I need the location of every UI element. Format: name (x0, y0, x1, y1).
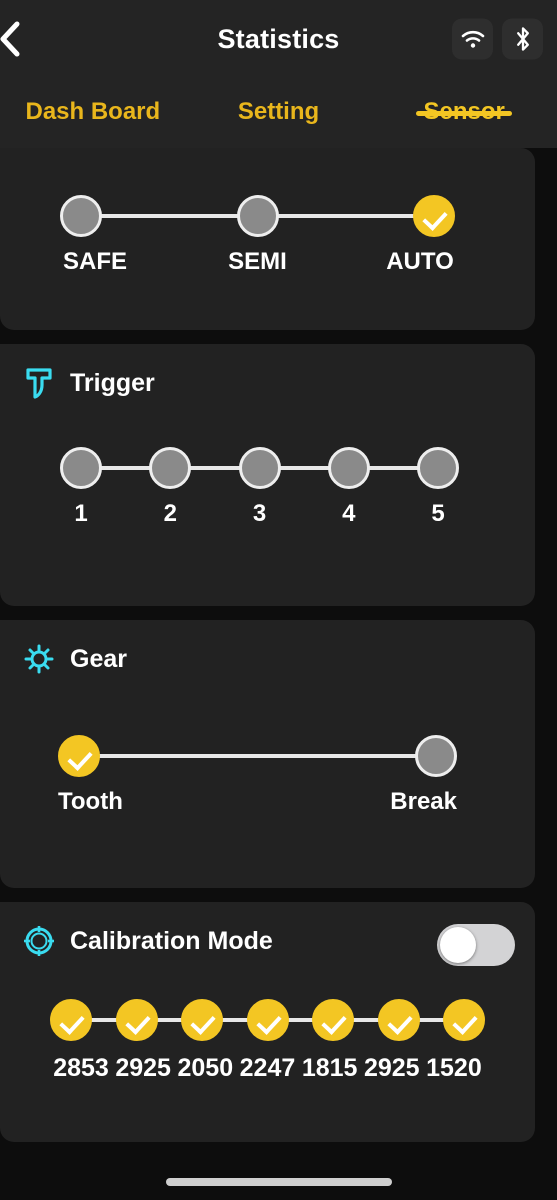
gear-card-header: Gear (0, 620, 535, 676)
fire-mode-card: SAFE SEMI AUTO (0, 148, 535, 330)
back-button[interactable] (0, 19, 30, 59)
status-icons (452, 18, 543, 60)
calibration-point-1[interactable] (50, 999, 92, 1041)
gear-slider[interactable] (58, 728, 457, 784)
calibration-point-2[interactable] (115, 999, 158, 1041)
trigger-label-3: 3 (252, 500, 267, 527)
calibration-value-6: 2925 (363, 1054, 420, 1082)
gear-card: Gear Tooth Break (0, 620, 535, 888)
calibration-point-7[interactable] (443, 999, 485, 1041)
fire-mode-label-semi: SEMI (228, 248, 287, 275)
calibration-point-6[interactable] (377, 999, 420, 1041)
gear-icon (22, 642, 56, 676)
trigger-icon (22, 366, 56, 400)
trigger-option-4[interactable] (327, 447, 370, 489)
fire-mode-labels: SAFE SEMI AUTO (60, 248, 455, 276)
trigger-option-1[interactable] (60, 447, 102, 489)
active-tab-indicator (416, 111, 513, 116)
tab-dash-board-label: Dash Board (25, 98, 161, 125)
calibration-value-1: 2853 (53, 1054, 109, 1082)
tab-sensor[interactable]: Sensor (371, 80, 557, 126)
tab-setting[interactable]: Setting (186, 80, 372, 126)
trigger-option-3[interactable] (238, 447, 281, 489)
trigger-title: Trigger (70, 368, 155, 397)
trigger-label-4: 4 (342, 500, 356, 527)
chevron-left-icon (0, 21, 20, 57)
calibration-slider[interactable] (50, 992, 485, 1048)
calibration-mode-toggle[interactable] (437, 924, 515, 966)
home-indicator (165, 1178, 392, 1186)
toggle-knob (440, 927, 476, 963)
calibration-point-5[interactable] (312, 999, 354, 1041)
bluetooth-button[interactable] (502, 18, 543, 60)
trigger-card: Trigger 1 2 3 4 5 (0, 344, 535, 606)
page-title: Statistics (217, 23, 340, 54)
calibration-value-5: 1815 (301, 1054, 358, 1082)
gear-label-break: Break (390, 788, 457, 815)
fire-mode-option-semi[interactable] (236, 195, 279, 237)
fire-mode-option-safe[interactable] (60, 195, 102, 237)
calibration-value-7: 1520 (426, 1054, 482, 1082)
calibration-target-icon (22, 924, 56, 958)
calibration-value-3: 2050 (177, 1054, 234, 1082)
calibration-title: Calibration Mode (70, 926, 273, 955)
gear-title: Gear (70, 644, 127, 673)
gear-label-tooth: Tooth (58, 788, 123, 815)
bluetooth-icon (516, 27, 529, 51)
tab-dash-board[interactable]: Dash Board (0, 80, 186, 126)
trigger-label-5: 5 (431, 500, 445, 527)
calibration-point-4[interactable] (246, 999, 289, 1041)
trigger-label-1: 1 (74, 500, 88, 527)
calibration-point-3[interactable] (181, 999, 223, 1041)
wifi-button[interactable] (452, 18, 493, 60)
trigger-card-header: Trigger (0, 344, 535, 400)
calibration-card: Calibration Mode 2853 2925 2050 2247 181… (0, 902, 535, 1142)
tab-setting-label: Setting (237, 98, 320, 125)
gear-option-tooth[interactable] (58, 735, 100, 777)
navigation-bar: Statistics (0, 0, 557, 78)
wifi-icon (461, 30, 484, 48)
trigger-labels: 1 2 3 4 5 (60, 500, 459, 528)
tab-bar: Dash Board Setting Sensor (0, 78, 557, 148)
trigger-option-5[interactable] (417, 447, 459, 489)
calibration-value-2: 2925 (115, 1054, 171, 1082)
fire-mode-label-safe: SAFE (62, 248, 127, 275)
trigger-option-2[interactable] (149, 447, 192, 489)
gear-labels: Tooth Break (58, 788, 457, 816)
trigger-slider[interactable] (60, 440, 459, 496)
calibration-value-4: 2247 (239, 1054, 296, 1082)
gear-option-break[interactable] (415, 735, 457, 777)
fire-mode-slider[interactable] (60, 188, 455, 244)
trigger-label-2: 2 (163, 500, 177, 527)
fire-mode-label-auto: AUTO (386, 248, 454, 275)
fire-mode-option-auto[interactable] (413, 195, 455, 237)
calibration-values: 2853 2925 2050 2247 1815 2925 1520 (50, 1054, 485, 1083)
